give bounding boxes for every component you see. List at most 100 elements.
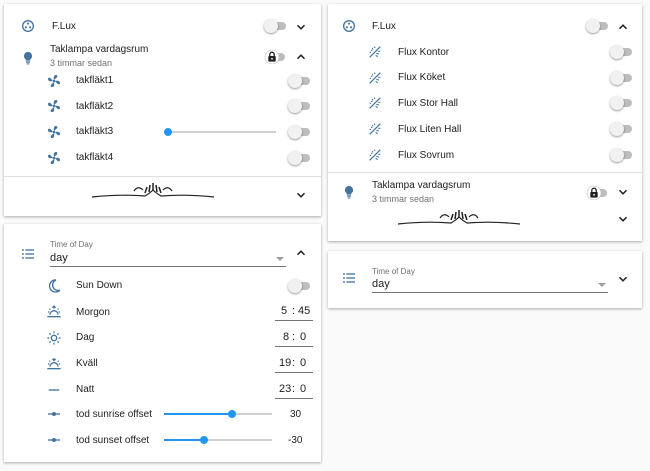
fan-toggle[interactable] (288, 125, 312, 139)
chevron-down-icon[interactable] (616, 272, 630, 286)
divider (4, 176, 321, 177)
weather-sunset-down-icon (46, 356, 62, 372)
flux-switch-icon (367, 121, 383, 137)
flux-item-label: Flux Stor Hall (398, 98, 459, 109)
flux-item-toggle[interactable] (610, 45, 634, 59)
flux-switch-icon (367, 70, 383, 86)
time-separator: : (292, 383, 296, 395)
flux-icon (20, 18, 36, 34)
flux-toggle[interactable] (586, 19, 610, 33)
select-underline (50, 266, 286, 267)
flux-item-toggle[interactable] (610, 122, 634, 136)
lightbulb-icon (341, 184, 357, 200)
time-input-morgon[interactable]: 5:45 (275, 302, 313, 321)
select-label: Time of Day (50, 240, 93, 249)
chevron-down-icon[interactable] (616, 212, 630, 226)
caret-down-icon (598, 283, 606, 287)
lights-card-right: F.Lux Flux Kontor Flux Köket Flux Stor H… (328, 4, 642, 241)
time-input-natt[interactable]: 23:0 (275, 380, 313, 399)
offset-value: 30 (290, 409, 302, 420)
lights-card-left: F.Lux Taklampa vardagsrum 3 timmar sedan… (4, 4, 321, 216)
time-hour: 5 (281, 305, 288, 317)
lamp-label: Taklampa vardagsrum (372, 180, 471, 191)
moon-icon (46, 278, 62, 294)
time-of-day-card-right: Time of Day day (328, 251, 642, 308)
select-underline (372, 292, 608, 293)
time-input-dag[interactable]: 8:0 (275, 328, 313, 347)
fan-icon (46, 150, 62, 166)
slider-icon (46, 432, 62, 448)
select-label: Time of Day (372, 267, 415, 276)
fan-icon (46, 73, 62, 89)
offset-value: -30 (288, 435, 303, 446)
divider (328, 172, 642, 173)
flux-item-label: Flux Kontor (398, 47, 450, 58)
flux-item-label: Flux Sovrum (398, 150, 455, 161)
time-input-kvall[interactable]: 19:0 (275, 354, 313, 373)
offset-label: tod sunset offset (76, 435, 150, 446)
time-hour: 19 (279, 357, 292, 369)
flux-item-toggle[interactable] (610, 71, 634, 85)
flux-switch-icon (367, 95, 383, 111)
sun-down-label: Sun Down (76, 280, 123, 291)
time-minute: 0 (300, 383, 307, 395)
flux-label: F.Lux (52, 21, 76, 32)
flux-item-toggle[interactable] (610, 96, 634, 110)
offset-label: tod sunrise offset (76, 409, 152, 420)
flux-label: F.Lux (372, 21, 396, 32)
lock-toggle[interactable] (584, 184, 608, 201)
flux-item-label: Flux Liten Hall (398, 124, 462, 135)
time-hour: 23 (279, 383, 292, 395)
sunrise-offset-slider[interactable] (164, 407, 272, 421)
lamp-last-changed: 3 timmar sedan (372, 194, 435, 204)
time-label: Dag (76, 332, 95, 343)
caret-down-icon (276, 257, 284, 261)
flux-toggle[interactable] (264, 19, 288, 33)
time-of-day-card-left: Time of Day day Sun Down Morgon 5:45 Dag… (4, 224, 321, 462)
fan-label: takfläkt3 (76, 126, 114, 137)
fan-toggle[interactable] (288, 151, 312, 165)
chevron-up-icon[interactable] (616, 20, 630, 34)
fan-toggle[interactable] (288, 74, 312, 88)
fan-icon (46, 124, 62, 140)
time-separator: : (292, 357, 296, 369)
time-hour: 8 (283, 331, 290, 343)
time-minute: 45 (298, 305, 311, 317)
sunset-offset-slider[interactable] (164, 433, 272, 447)
fan-speed-slider[interactable] (164, 125, 276, 139)
select-value: day (372, 278, 390, 290)
lamp-last-changed: 3 timmar sedan (50, 58, 113, 68)
time-separator: : (292, 305, 296, 317)
flux-switch-icon (367, 147, 383, 163)
list-icon (341, 270, 357, 286)
time-label: Morgon (76, 307, 110, 318)
chevron-up-icon[interactable] (294, 50, 308, 64)
list-icon (20, 246, 36, 262)
fan-toggle[interactable] (288, 99, 312, 113)
sun-down-toggle[interactable] (288, 279, 312, 293)
time-minute: 0 (300, 357, 307, 369)
sun-icon (46, 330, 62, 346)
weather-sunset-up-icon (46, 304, 62, 320)
lightbulb-icon (20, 50, 36, 66)
flux-item-label: Flux Köket (398, 72, 446, 83)
flux-item-toggle[interactable] (610, 148, 634, 162)
chevron-down-icon[interactable] (294, 20, 308, 34)
minus-icon (46, 382, 62, 398)
lock-toggle[interactable] (262, 48, 286, 65)
ornament-divider (396, 208, 522, 228)
chevron-down-icon[interactable] (616, 185, 630, 199)
fan-label: takfläkt4 (76, 152, 114, 163)
time-label: Kväll (76, 358, 98, 369)
flux-icon (341, 18, 357, 34)
fan-icon (46, 98, 62, 114)
ornament-divider (90, 181, 216, 201)
time-label: Natt (76, 384, 95, 395)
lamp-label: Taklampa vardagsrum (50, 44, 149, 55)
fan-label: takfläkt1 (76, 75, 114, 86)
select-value: day (50, 252, 68, 264)
chevron-up-icon[interactable] (294, 246, 308, 260)
time-separator: : (292, 331, 296, 343)
slider-icon (46, 406, 62, 422)
chevron-down-icon[interactable] (294, 188, 308, 202)
